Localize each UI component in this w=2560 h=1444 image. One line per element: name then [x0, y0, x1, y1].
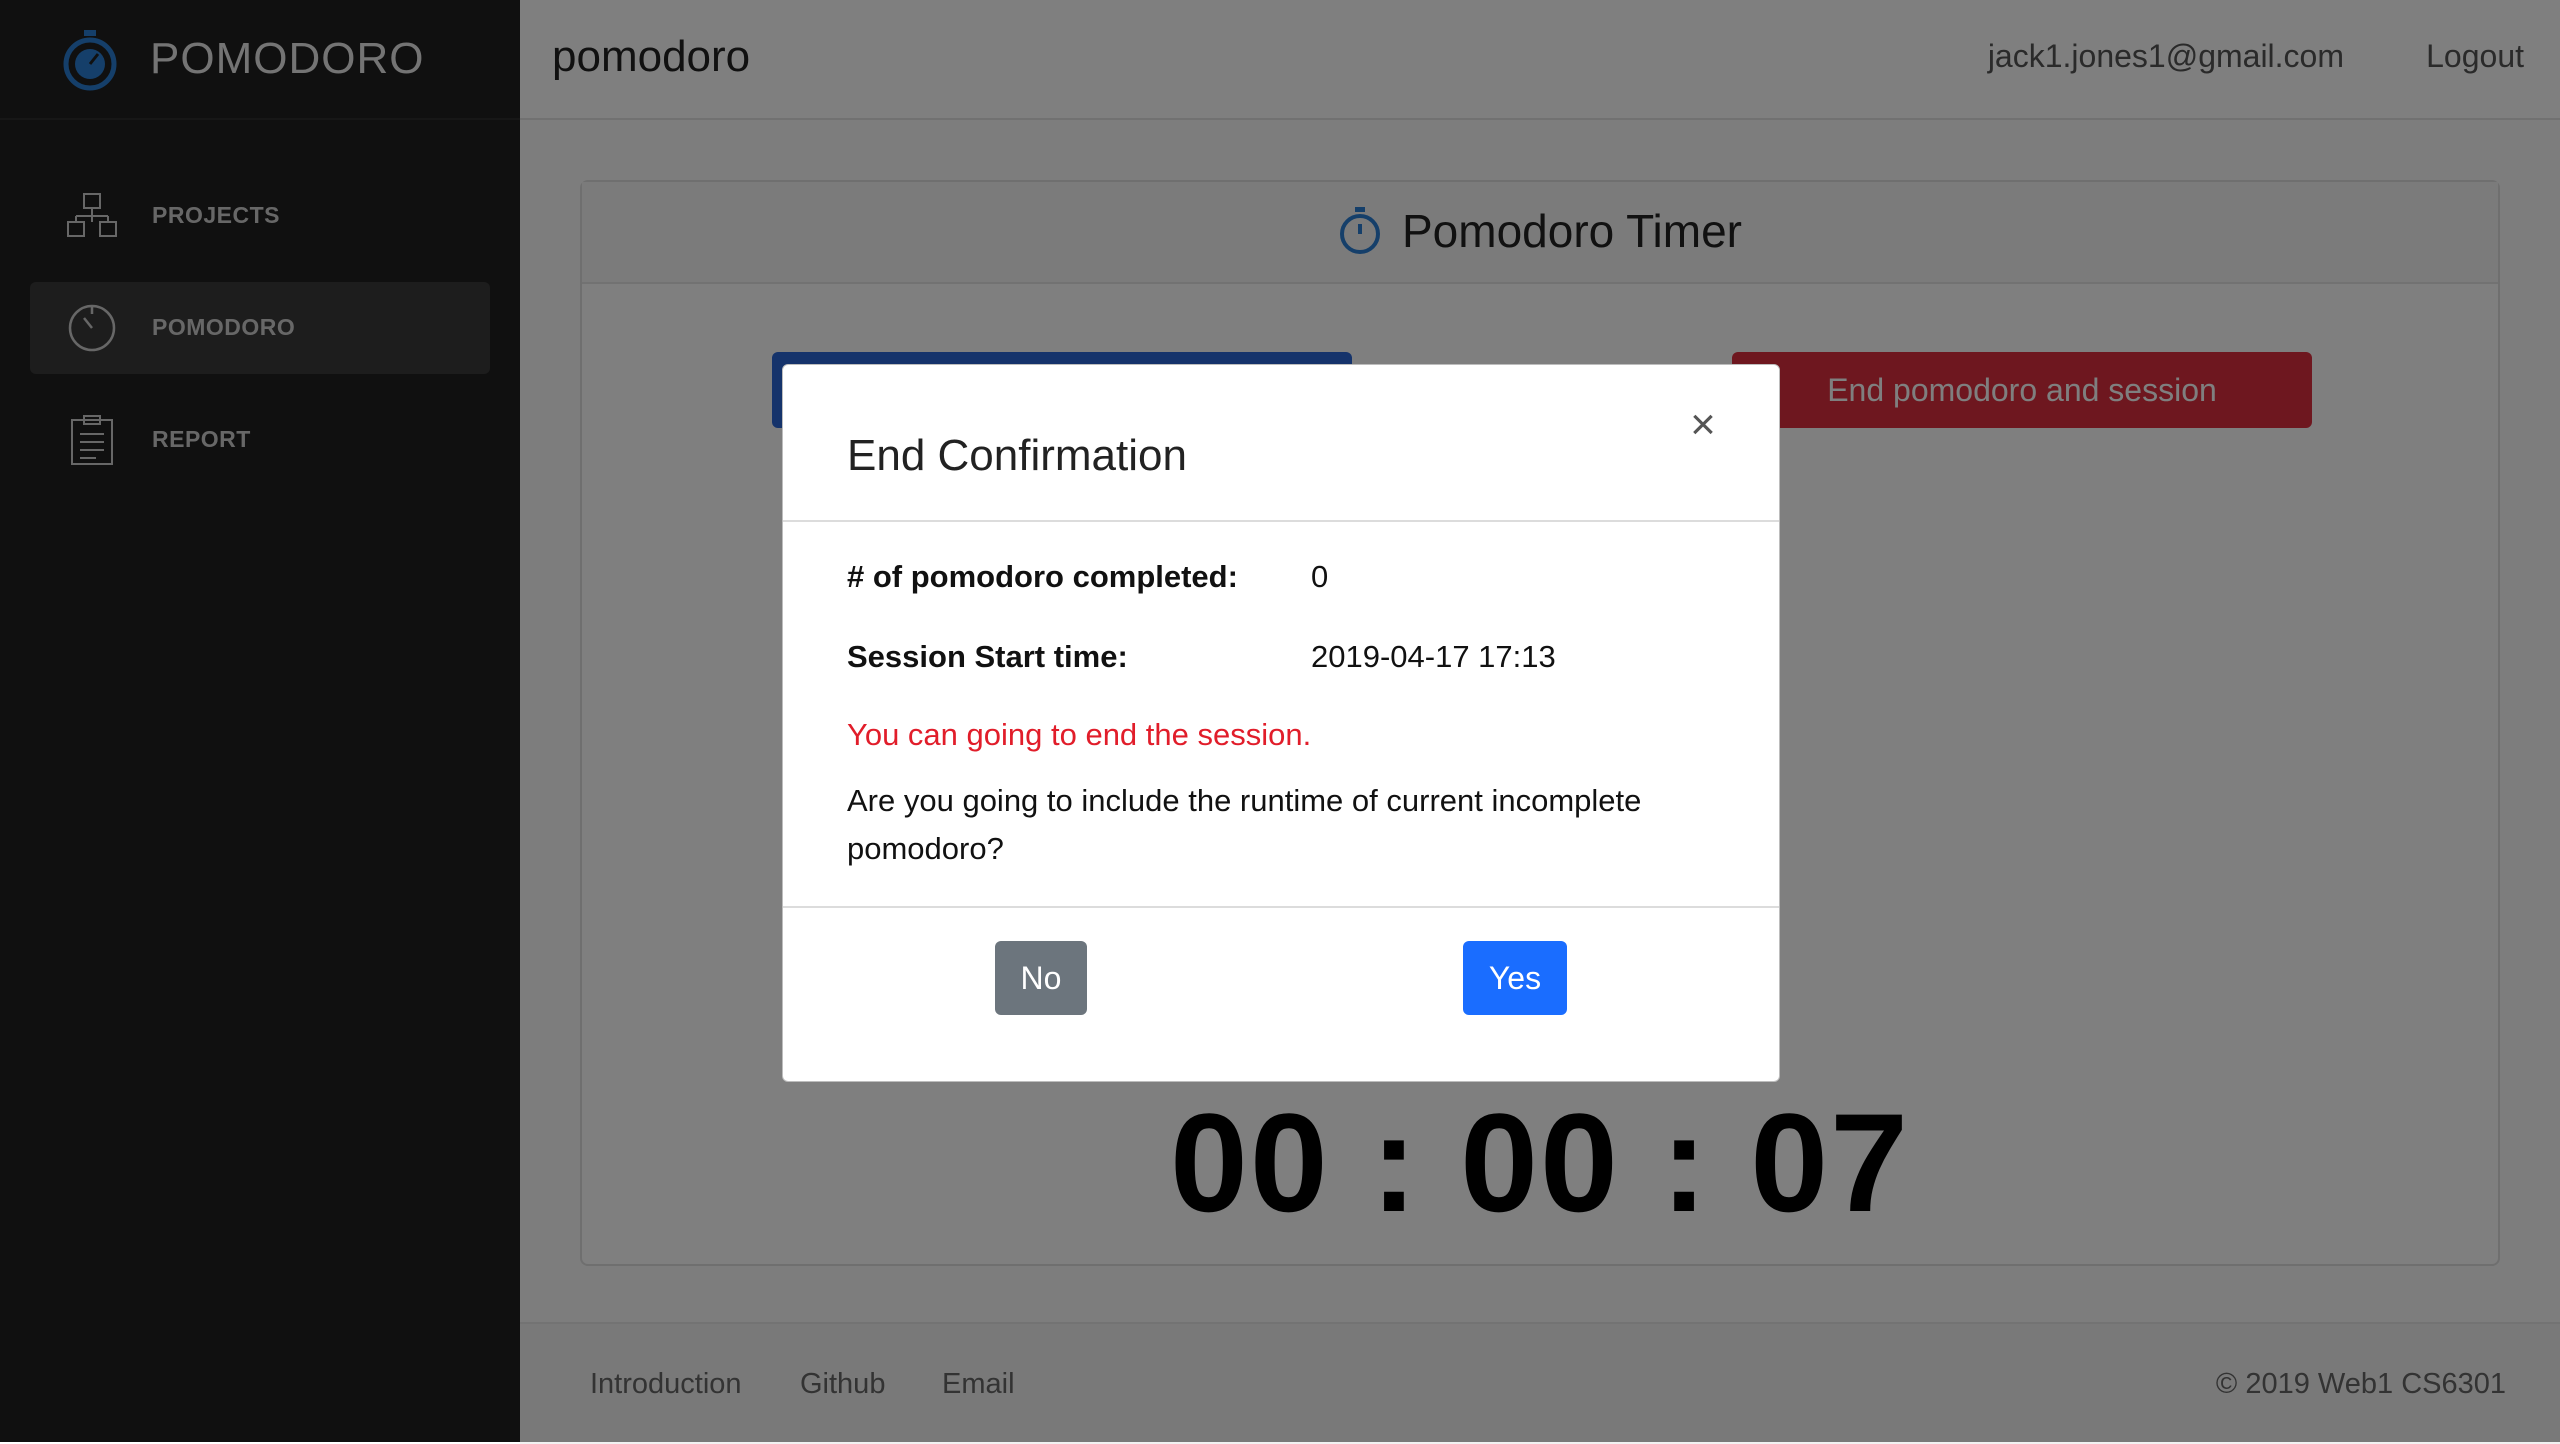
yes-button[interactable]: Yes — [1463, 941, 1567, 1015]
end-confirmation-modal: End Confirmation × # of pomodoro complet… — [782, 364, 1780, 1082]
modal-header-divider — [783, 520, 1779, 522]
start-time-value: 2019-04-17 17:13 — [1311, 639, 1556, 674]
completed-label: # of pomodoro completed: — [847, 559, 1238, 594]
close-icon[interactable]: × — [1679, 401, 1727, 449]
completed-value: 0 — [1311, 559, 1329, 594]
modal-title: End Confirmation — [847, 431, 1187, 480]
question-text: Are you going to include the runtime of … — [847, 783, 1642, 866]
start-time-label: Session Start time: — [847, 639, 1128, 674]
no-button[interactable]: No — [995, 941, 1087, 1015]
modal-footer-divider — [783, 906, 1779, 908]
warning-text: You can going to end the session. — [847, 717, 1312, 752]
